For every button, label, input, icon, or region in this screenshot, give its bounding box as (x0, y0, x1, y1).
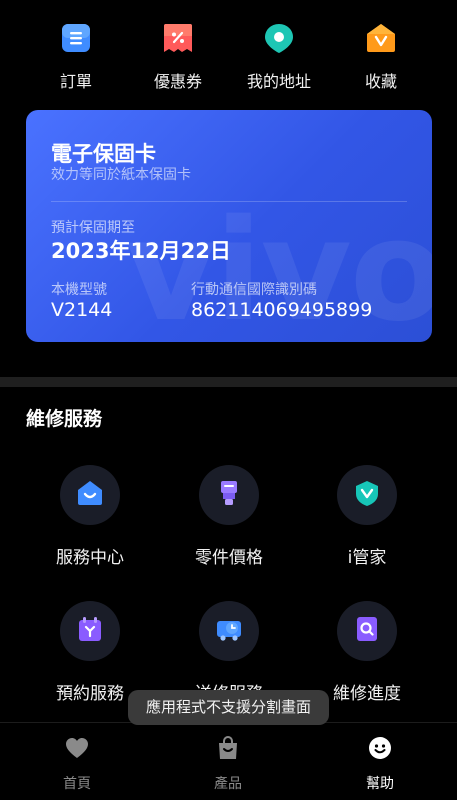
warranty-expiry-date: 2023年12月22日 (51, 239, 231, 263)
location-icon (263, 22, 295, 54)
model-label: 本機型號 (51, 282, 107, 298)
section-title: 維修服務 (26, 408, 103, 430)
nav-help[interactable]: 幫助 (330, 735, 430, 793)
parts-price-button[interactable]: 零件價格 (159, 465, 299, 568)
quick-action-label: 收藏 (364, 72, 397, 91)
service-label: i管家 (347, 548, 387, 568)
section-separator (0, 377, 457, 387)
nav-label: 產品 (214, 776, 242, 792)
quick-action-address[interactable]: 我的地址 (229, 18, 329, 92)
coupon-icon (162, 22, 194, 54)
toast-message: 應用程式不支援分割畫面 (128, 690, 329, 725)
quick-action-favorites[interactable]: 收藏 (331, 18, 431, 92)
service-label: 零件價格 (195, 548, 263, 568)
nav-label: 幫助 (366, 776, 394, 792)
imei-value: 862114069495899 (191, 299, 373, 321)
smiley-icon (367, 735, 393, 761)
service-center-button[interactable]: 服務中心 (20, 465, 160, 568)
bag-icon (215, 735, 241, 761)
warranty-expiry-label: 預計保固期至 (51, 220, 135, 236)
nav-label: 首頁 (63, 776, 91, 792)
i-manager-button[interactable]: i管家 (297, 465, 437, 568)
nav-products[interactable]: 產品 (178, 735, 278, 793)
service-icon-circle (199, 601, 259, 661)
i-manager-icon (353, 479, 381, 511)
service-label: 服務中心 (56, 548, 124, 568)
card-divider (51, 201, 407, 202)
order-icon (60, 22, 92, 54)
model-value: V2144 (51, 299, 113, 321)
service-icon-circle (199, 465, 259, 525)
imei-label: 行動通信國際識別碼 (191, 282, 317, 298)
card-subtitle: 效力等同於紙本保固卡 (51, 167, 191, 183)
service-icon-circle (337, 601, 397, 661)
quick-action-label: 我的地址 (246, 72, 311, 91)
service-icon-circle (60, 465, 120, 525)
quick-actions: 訂單 優惠券 我的地址 收藏 (0, 18, 457, 98)
heart-icon (64, 735, 90, 761)
quick-action-coupons[interactable]: 優惠券 (128, 18, 228, 92)
service-icon-circle (337, 465, 397, 525)
service-center-icon (76, 479, 104, 511)
favorites-icon (365, 22, 397, 54)
quick-action-label: 訂單 (59, 72, 92, 91)
warranty-card[interactable]: vivo 電子保固卡 效力等同於紙本保固卡 預計保固期至 2023年12月22日… (26, 110, 432, 342)
repair-delivery-icon (215, 615, 243, 647)
bottom-nav: 首頁 產品 幫助 (0, 722, 457, 800)
repair-progress-button[interactable]: 維修進度 (297, 601, 437, 704)
parts-price-icon (215, 479, 243, 511)
repair-progress-icon (353, 615, 381, 647)
quick-action-label: 優惠券 (153, 72, 202, 91)
repair-delivery-button[interactable]: 送修服務 (159, 601, 299, 704)
quick-action-orders[interactable]: 訂單 (26, 18, 126, 92)
appointment-icon (76, 615, 104, 647)
nav-home[interactable]: 首頁 (27, 735, 127, 793)
service-icon-circle (60, 601, 120, 661)
appointment-button[interactable]: 預約服務 (20, 601, 160, 704)
